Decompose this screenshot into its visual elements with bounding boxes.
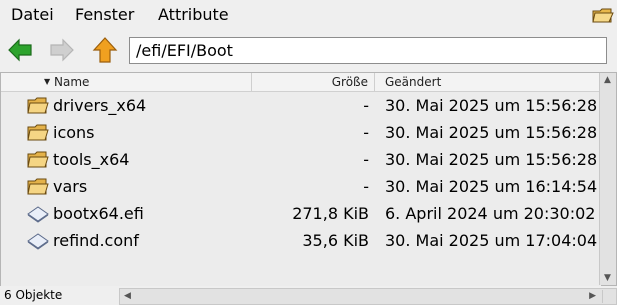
item-size: - [363,96,369,115]
menu-datei[interactable]: Datei [11,5,54,25]
path-input[interactable] [129,37,607,64]
column-modified-label: Geändert [385,75,442,89]
file-icon [27,233,49,250]
vertical-scrollbar[interactable]: ▲ ▼ [599,73,616,285]
list-item[interactable]: drivers_x64 - 30. Mai 2025 um 15:56:28 [1,92,601,119]
list-item[interactable]: tools_x64 - 30. Mai 2025 um 15:56:28 [1,146,601,173]
column-size-label: Größe [331,75,368,89]
column-size[interactable]: Größe [252,73,375,91]
item-name: vars [53,177,88,196]
item-name: refind.conf [53,231,139,250]
resize-grip-icon[interactable] [602,290,615,303]
item-size: - [363,150,369,169]
item-size: 35,6 KiB [302,231,369,250]
item-date: 30. Mai 2025 um 16:14:54 [385,177,598,196]
object-count: 6 Objekte [4,288,63,302]
menubar: Datei Fenster Attribute [0,0,617,30]
scroll-down-icon[interactable]: ▼ [604,273,611,283]
rows: drivers_x64 - 30. Mai 2025 um 15:56:28 i… [1,92,601,286]
item-size: - [363,123,369,142]
scroll-up-icon[interactable]: ▲ [604,75,611,85]
folder-icon [27,124,49,141]
sort-down-icon: ▼ [44,77,51,86]
menu-attribute[interactable]: Attribute [158,5,229,25]
list-item[interactable]: refind.conf 35,6 KiB 30. Mai 2025 um 17:… [1,227,601,254]
item-name: drivers_x64 [53,96,147,115]
item-name: tools_x64 [53,150,130,169]
item-name: bootx64.efi [53,204,144,223]
item-date: 30. Mai 2025 um 15:56:28 [385,150,598,169]
item-size: - [363,177,369,196]
item-date: 30. Mai 2025 um 15:56:28 [385,123,598,142]
item-date: 30. Mai 2025 um 15:56:28 [385,96,598,115]
column-modified[interactable]: Geändert [375,73,601,91]
scroll-right-icon[interactable]: ▶ [589,291,596,301]
item-date: 6. April 2024 um 20:30:02 [385,204,596,223]
file-icon [27,206,49,223]
folder-icon [27,97,49,114]
item-size: 271,8 KiB [292,204,369,223]
arrow-right-icon[interactable] [48,36,76,64]
menu-fenster[interactable]: Fenster [75,5,134,25]
horizontal-scrollbar[interactable]: ◀ ▶ [119,288,617,305]
item-date: 30. Mai 2025 um 17:04:04 [385,231,598,250]
folder-icon [27,151,49,168]
arrow-up-icon[interactable] [91,36,119,64]
arrow-left-icon[interactable] [6,36,34,64]
file-list[interactable]: ▼ Name Größe Geändert drivers_x64 - 30. … [0,72,617,286]
list-item[interactable]: bootx64.efi 271,8 KiB 6. April 2024 um 2… [1,200,601,227]
item-name: icons [53,123,95,142]
column-header: ▼ Name Größe Geändert [1,73,601,92]
column-name[interactable]: ▼ Name [1,73,252,91]
list-item[interactable]: vars - 30. Mai 2025 um 16:14:54 [1,173,601,200]
folder-icon [27,178,49,195]
column-name-label: Name [54,75,90,89]
list-item[interactable]: icons - 30. Mai 2025 um 15:56:28 [1,119,601,146]
scroll-left-icon[interactable]: ◀ [124,291,131,301]
folder-open-icon[interactable] [591,4,615,26]
